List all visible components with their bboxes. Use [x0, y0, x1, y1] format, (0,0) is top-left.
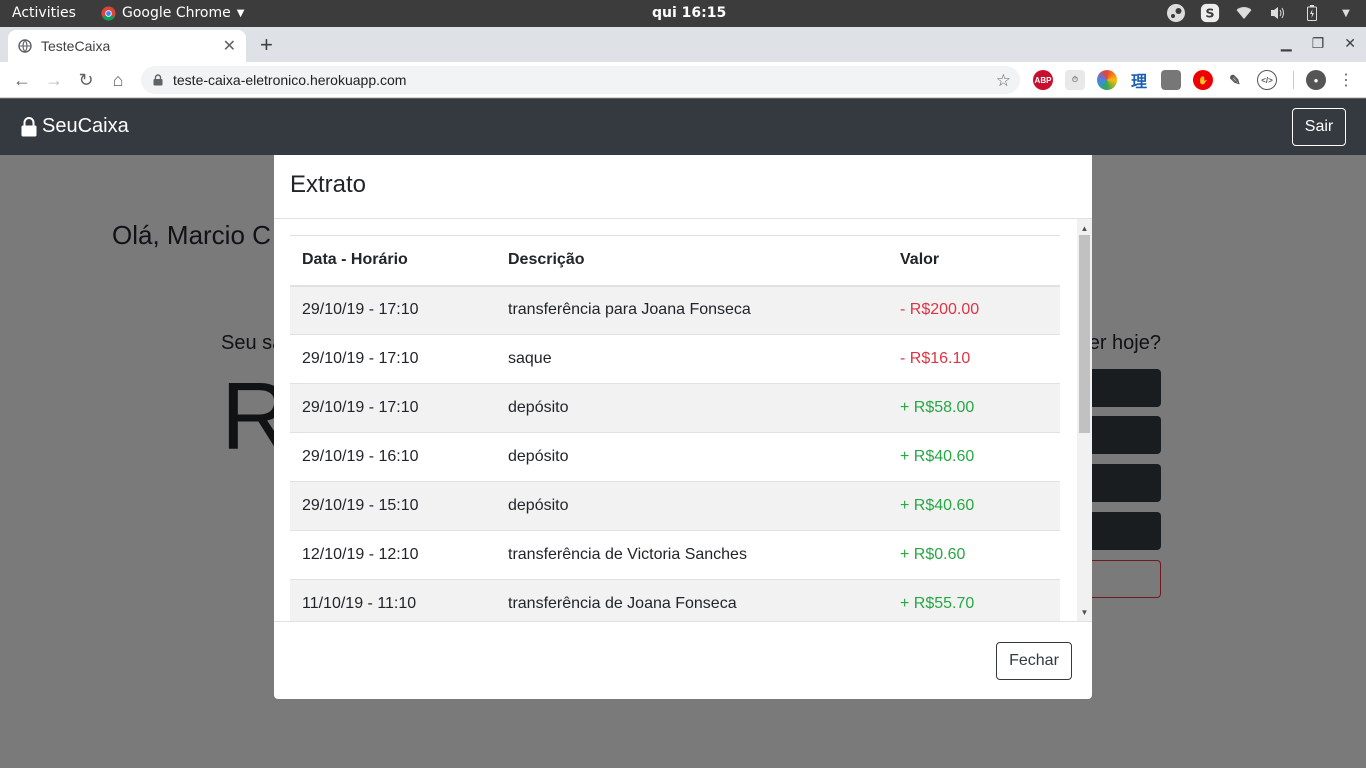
- chrome-menu-icon[interactable]: ⋮: [1338, 70, 1354, 90]
- caret-down-icon: ▼: [236, 7, 245, 19]
- table-row: 11/10/19 - 11:10 transferência de Joana F…: [290, 579, 1060, 621]
- modal-body: Data - Horário Descrição Valor 29/10/19 …: [274, 219, 1092, 621]
- statement-date-cell: 29/10/19 - 17:10: [290, 285, 496, 335]
- lock-icon: [21, 116, 37, 136]
- app-menu[interactable]: Google Chrome ▼: [101, 5, 244, 21]
- statement-description-cell: saque: [496, 334, 888, 384]
- tab-title: TesteCaixa: [41, 38, 111, 54]
- statement-description-cell: depósito: [496, 432, 888, 482]
- table-row: 29/10/19 - 15:10 depósito + R$40.60: [290, 481, 1060, 531]
- forward-icon[interactable]: →: [43, 69, 65, 91]
- statement-value-cell: + R$40.60: [888, 481, 1060, 531]
- statement-description-cell: depósito: [496, 383, 888, 433]
- table-row: 29/10/19 - 17:10 transferência para Joana…: [290, 285, 1060, 335]
- extensions-bar: ABP ⏱ 理 ✋ ✎ </> ● ⋮: [1033, 70, 1354, 91]
- window-controls: ▁ ❐ ✕: [1281, 35, 1356, 52]
- lock-icon: [153, 74, 163, 86]
- reload-icon[interactable]: ↻: [75, 69, 97, 91]
- statement-date-cell: 29/10/19 - 16:10: [290, 432, 496, 482]
- steam-icon[interactable]: [1166, 3, 1186, 23]
- modal-footer: Fechar: [274, 621, 1092, 699]
- adblock-plus-icon[interactable]: ABP: [1033, 70, 1053, 90]
- scroll-up-arrow-icon[interactable]: ▲: [1077, 221, 1092, 235]
- code-extension-icon[interactable]: </>: [1257, 70, 1277, 90]
- system-tray: S ▼: [1166, 3, 1356, 23]
- skype-icon[interactable]: S: [1200, 3, 1220, 23]
- battery-icon[interactable]: [1302, 3, 1322, 23]
- statement-value-cell: + R$58.00: [888, 383, 1060, 433]
- brand[interactable]: SeuCaixa: [21, 115, 129, 138]
- column-header-description: Descrição: [496, 235, 888, 287]
- modal-scrollbar[interactable]: ▲ ▼: [1077, 219, 1092, 621]
- color-picker-extension-icon[interactable]: [1097, 70, 1117, 90]
- table-row: 29/10/19 - 17:10 depósito + R$58.00: [290, 383, 1060, 433]
- statement-date-cell: 11/10/19 - 11:10: [290, 579, 496, 621]
- address-bar[interactable]: teste-caixa-eletronico.herokuapp.com ☆: [141, 66, 1020, 94]
- close-modal-button[interactable]: Fechar: [996, 642, 1072, 680]
- browser-toolbar: ← → ↻ ⌂ teste-caixa-eletronico.herokuapp…: [0, 62, 1366, 98]
- grid-extension-icon[interactable]: [1161, 70, 1181, 90]
- tab-testecaixa[interactable]: TesteCaixa ✕: [8, 30, 246, 62]
- statement-value-cell: - R$16.10: [888, 334, 1060, 384]
- statement-description-cell: transferência de Joana Fonseca: [496, 579, 888, 621]
- table-row: 29/10/19 - 16:10 depósito + R$40.60: [290, 432, 1060, 482]
- stop-hand-extension-icon[interactable]: ✋: [1193, 70, 1213, 90]
- system-menu-caret-icon[interactable]: ▼: [1336, 3, 1356, 23]
- restore-icon[interactable]: ❐: [1312, 35, 1325, 52]
- statement-value-cell: + R$55.70: [888, 579, 1060, 621]
- url-text: teste-caixa-eletronico.herokuapp.com: [173, 72, 407, 88]
- app-navbar: SeuCaixa Sair: [0, 99, 1366, 155]
- close-tab-icon[interactable]: ✕: [223, 36, 236, 56]
- home-icon[interactable]: ⌂: [107, 69, 129, 91]
- scrollbar-thumb[interactable]: [1079, 235, 1090, 433]
- statement-date-cell: 29/10/19 - 17:10: [290, 383, 496, 433]
- volume-icon[interactable]: [1268, 3, 1288, 23]
- statement-value-cell: + R$40.60: [888, 432, 1060, 482]
- brand-name: SeuCaixa: [42, 115, 129, 137]
- modal-title: Extrato: [290, 171, 367, 198]
- clock[interactable]: qui 16:15: [652, 5, 726, 21]
- scroll-down-arrow-icon[interactable]: ▼: [1077, 605, 1092, 619]
- page-content: SeuCaixa Sair Olá, Marcio C Seu sa R er …: [0, 99, 1366, 768]
- statement-date-cell: 12/10/19 - 12:10: [290, 530, 496, 580]
- profile-avatar[interactable]: ●: [1306, 70, 1326, 90]
- statement-table-wrapper: Data - Horário Descrição Valor 29/10/19 …: [290, 235, 1060, 621]
- logout-button[interactable]: Sair: [1292, 108, 1346, 146]
- statement-description-cell: transferência para Joana Fonseca: [496, 285, 888, 335]
- table-header-row: Data - Horário Descrição Valor: [290, 235, 1060, 287]
- statement-value-cell: + R$0.60: [888, 530, 1060, 580]
- extrato-modal: Extrato Data - Horário Descrição Valor 2…: [274, 155, 1092, 699]
- statement-value-cell: - R$200.00: [888, 285, 1060, 335]
- table-row: 29/10/19 - 17:10 saque - R$16.10: [290, 334, 1060, 384]
- close-window-icon[interactable]: ✕: [1344, 35, 1356, 52]
- column-header-date: Data - Horário: [290, 235, 496, 287]
- activities-button[interactable]: Activities: [12, 5, 76, 21]
- statement-description-cell: transferência de Victoria Sanches: [496, 530, 888, 580]
- tools-extension-icon[interactable]: ✎: [1225, 70, 1245, 90]
- table-row: 12/10/19 - 12:10 transferência de Victori…: [290, 530, 1060, 580]
- system-top-bar: Activities Google Chrome ▼ qui 16:15 S ▼: [0, 0, 1366, 27]
- app-name: Google Chrome: [122, 5, 231, 21]
- svg-text:S: S: [1205, 6, 1214, 21]
- browser-tab-strip: TesteCaixa ✕ + ▁ ❐ ✕: [0, 27, 1366, 62]
- new-tab-button[interactable]: +: [260, 32, 273, 58]
- modal-header: Extrato: [274, 155, 1092, 219]
- timer-extension-icon[interactable]: ⏱: [1065, 70, 1085, 90]
- chrome-logo-icon: [101, 5, 116, 21]
- globe-icon: [18, 39, 32, 53]
- dictionary-extension-icon[interactable]: 理: [1129, 70, 1149, 91]
- toolbar-divider: [1293, 71, 1294, 89]
- back-icon[interactable]: ←: [11, 69, 33, 91]
- statement-table: Data - Horário Descrição Valor 29/10/19 …: [290, 235, 1060, 621]
- statement-description-cell: depósito: [496, 481, 888, 531]
- statement-date-cell: 29/10/19 - 15:10: [290, 481, 496, 531]
- column-header-value: Valor: [888, 235, 1060, 287]
- minimize-icon[interactable]: ▁: [1281, 35, 1292, 52]
- bookmark-star-icon[interactable]: ☆: [996, 71, 1011, 91]
- statement-date-cell: 29/10/19 - 17:10: [290, 334, 496, 384]
- wifi-icon[interactable]: [1234, 3, 1254, 23]
